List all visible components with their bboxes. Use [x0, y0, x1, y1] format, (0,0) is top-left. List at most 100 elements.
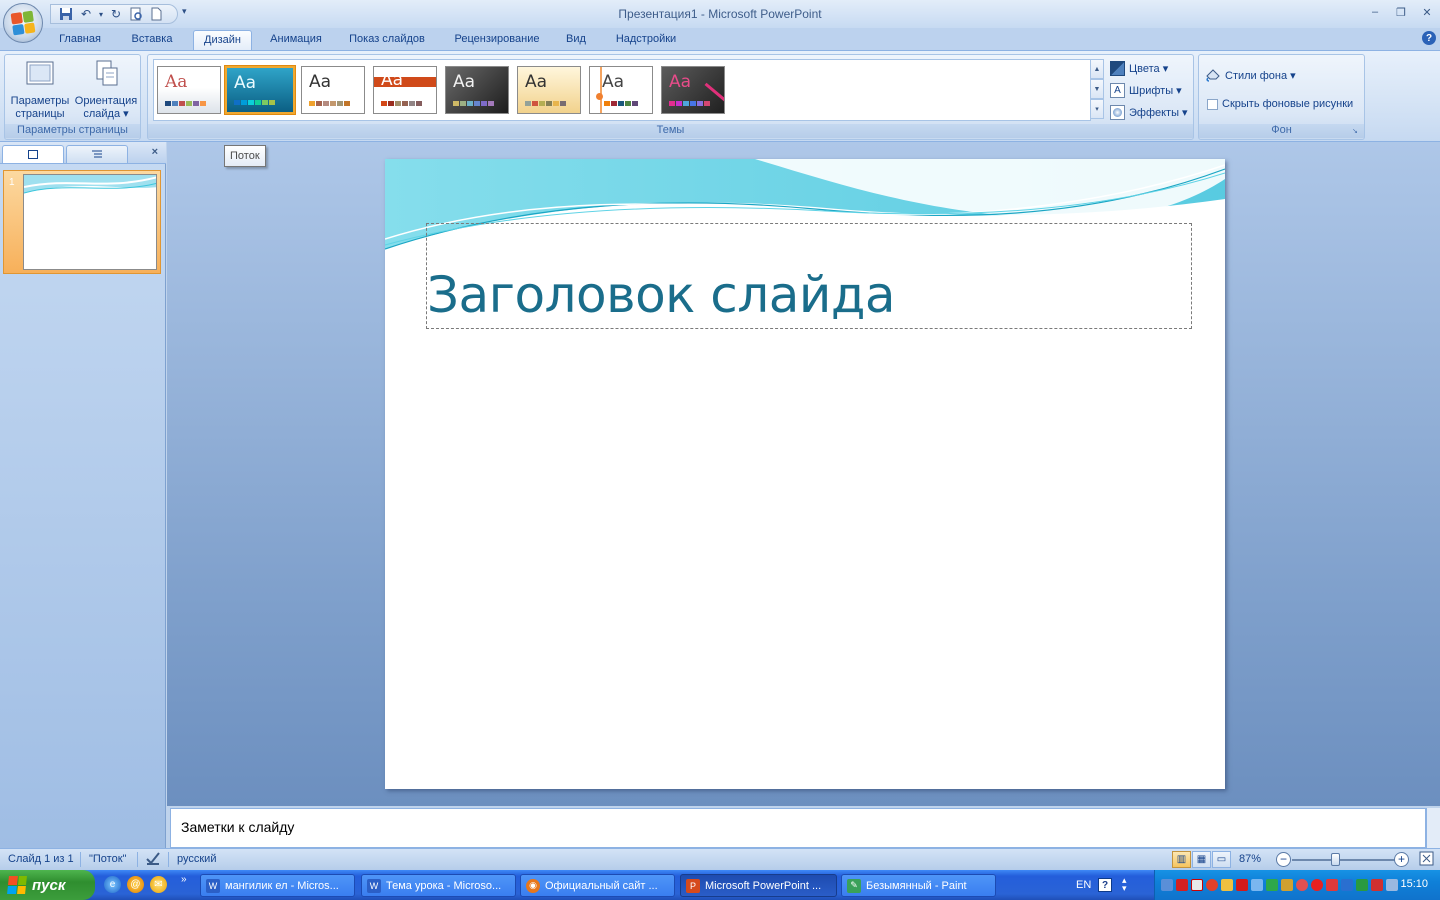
status-language[interactable]: русский [177, 853, 216, 865]
tab-outline[interactable] [66, 145, 128, 163]
theme-3[interactable]: Aa [301, 66, 365, 114]
theme-flow[interactable]: Aa [224, 65, 296, 115]
tab-addins[interactable]: Надстройки [606, 30, 686, 50]
slide-canvas[interactable]: Заголовок слайда [385, 159, 1225, 789]
firefox-icon: ◉ [526, 878, 540, 893]
taskbar-item-powerpoint[interactable]: P Microsoft PowerPoint ... [680, 874, 837, 897]
opera-icon[interactable]: @ [127, 876, 144, 893]
spellcheck-icon[interactable] [145, 851, 161, 869]
tab-home[interactable]: Главная [50, 30, 110, 50]
shield-icon[interactable] [1326, 879, 1338, 891]
remove-hardware-icon[interactable] [1356, 879, 1368, 891]
taskbar-item-word-1[interactable]: W мангилик ел - Micros... [200, 874, 355, 897]
minimize-button[interactable]: ‒ [1362, 2, 1388, 22]
antivirus-icon[interactable] [1206, 879, 1218, 891]
hide-background-label: Скрыть фоновые рисунки [1222, 98, 1354, 110]
tab-insert[interactable]: Вставка [122, 30, 182, 50]
theme-5[interactable]: Aa [445, 66, 509, 114]
theme-fonts-button[interactable]: A Шрифты ▾ [1110, 81, 1182, 99]
slide-title-placeholder[interactable]: Заголовок слайда [426, 223, 1192, 329]
slideshow-view-icon[interactable]: ▭ [1212, 851, 1231, 868]
language-help-icon[interactable]: ? [1098, 878, 1112, 892]
ribbon-tabs: Главная Вставка Дизайн Анимация Показ сл… [0, 28, 1440, 50]
slide-title[interactable]: Заголовок слайда [427, 266, 896, 324]
undo-dropdown-icon[interactable]: ▾ [97, 6, 105, 22]
hide-background-checkbox[interactable] [1207, 98, 1218, 110]
theme-8[interactable]: Aa [661, 66, 725, 114]
undo-icon[interactable]: ↶ [77, 6, 95, 22]
gallery-more-button[interactable]: ▾ [1090, 99, 1104, 119]
status-theme-name[interactable]: "Поток" [89, 853, 126, 865]
zoom-out-button[interactable]: − [1276, 852, 1291, 867]
volume-icon[interactable] [1221, 879, 1233, 891]
page-setup-button[interactable]: Параметры страницы [8, 59, 72, 121]
taskbar-item-paint[interactable]: ✎ Безымянный - Paint [841, 874, 996, 897]
language-indicator[interactable]: EN [1076, 879, 1091, 891]
clock[interactable]: 15:10 [1400, 878, 1428, 890]
pdf-icon[interactable] [1176, 879, 1188, 891]
opera-tray-icon[interactable] [1311, 879, 1323, 891]
tab-slideshow[interactable]: Показ слайдов [341, 30, 433, 50]
background-dialog-launcher-icon[interactable]: ↘ [1352, 127, 1361, 136]
office-button[interactable] [3, 3, 43, 43]
quick-launch-more-icon[interactable]: » [181, 874, 187, 885]
tab-animation[interactable]: Анимация [262, 30, 330, 50]
slide-orientation-button[interactable]: Ориентация слайда ▾ [73, 59, 139, 121]
network-icon[interactable] [1161, 879, 1173, 891]
orientation-label-1: Ориентация [74, 95, 138, 107]
tab-design[interactable]: Дизайн [193, 30, 252, 50]
word-icon: W [367, 878, 381, 893]
redo-icon[interactable]: ↻ [107, 6, 125, 22]
speaker-icon[interactable] [1386, 879, 1398, 891]
flash-icon[interactable] [1236, 879, 1248, 891]
slide-thumbnail-1[interactable]: 1 [3, 170, 161, 274]
zoom-slider-knob[interactable] [1331, 853, 1340, 866]
theme-7[interactable]: Aa [589, 66, 653, 114]
print-preview-icon[interactable] [127, 6, 145, 22]
tray-app-icon[interactable] [1281, 879, 1293, 891]
group-page-setup: Параметры страницы Ориентация слайда ▾ П… [4, 54, 141, 140]
restore-button[interactable]: ❐ [1388, 2, 1414, 22]
hide-background-graphics[interactable]: Скрыть фоновые рисунки [1207, 95, 1353, 113]
theme-office[interactable]: Aa [157, 66, 221, 114]
tray-app-icon[interactable] [1266, 879, 1278, 891]
outline-tab-icon [92, 150, 102, 158]
zoom-in-button[interactable]: + [1394, 852, 1409, 867]
close-button[interactable]: ✕ [1414, 2, 1440, 22]
mail-icon[interactable]: ✉ [150, 876, 167, 893]
taskbar-item-firefox[interactable]: ◉ Официальный сайт ... [520, 874, 675, 897]
background-styles-label: Стили фона ▾ [1225, 69, 1296, 82]
theme-colors-button[interactable]: Цвета ▾ [1110, 59, 1168, 77]
start-button[interactable]: пуск [0, 870, 95, 900]
theme-6[interactable]: Aa [517, 66, 581, 114]
save-icon[interactable] [57, 6, 75, 22]
normal-view-icon[interactable]: ▥ [1172, 851, 1191, 868]
help-icon[interactable]: ? [1422, 31, 1436, 45]
new-document-icon[interactable] [147, 6, 165, 22]
customize-qat-icon[interactable]: ▾ [182, 6, 187, 17]
slide-sorter-view-icon[interactable]: ▦ [1192, 851, 1211, 868]
taskbar-item-word-2[interactable]: W Тема урока - Microso... [361, 874, 516, 897]
notes-scrollbar[interactable] [1426, 808, 1440, 848]
security-icon[interactable] [1191, 879, 1203, 891]
notes-pane[interactable]: Заметки к слайду [170, 808, 1426, 848]
slides-panel-close-icon[interactable]: × [152, 146, 158, 158]
zoom-level[interactable]: 87% [1239, 853, 1261, 865]
display-icon[interactable] [1251, 879, 1263, 891]
tab-view[interactable]: Вид [560, 30, 592, 50]
gallery-up-button[interactable]: ▲ [1090, 59, 1104, 79]
theme-4[interactable]: Aa [373, 66, 437, 114]
gallery-down-button[interactable]: ▼ [1090, 79, 1104, 99]
tray-app-icon[interactable] [1341, 879, 1353, 891]
language-bar-options-icon[interactable]: ▴ ▾ [1122, 876, 1127, 893]
slide-thumbnail-image [23, 174, 157, 270]
tab-review[interactable]: Рецензирование [444, 30, 550, 50]
theme-effects-button[interactable]: Эффекты ▾ [1110, 103, 1188, 121]
browser-icon[interactable]: e [104, 876, 121, 893]
zoom-slider-track[interactable] [1292, 859, 1396, 861]
tray-app-icon[interactable] [1371, 879, 1383, 891]
tray-app-icon[interactable] [1296, 879, 1308, 891]
background-styles-button[interactable]: Стили фона ▾ [1205, 66, 1296, 84]
tab-slides[interactable] [2, 145, 64, 163]
fit-to-window-icon[interactable] [1419, 851, 1434, 869]
